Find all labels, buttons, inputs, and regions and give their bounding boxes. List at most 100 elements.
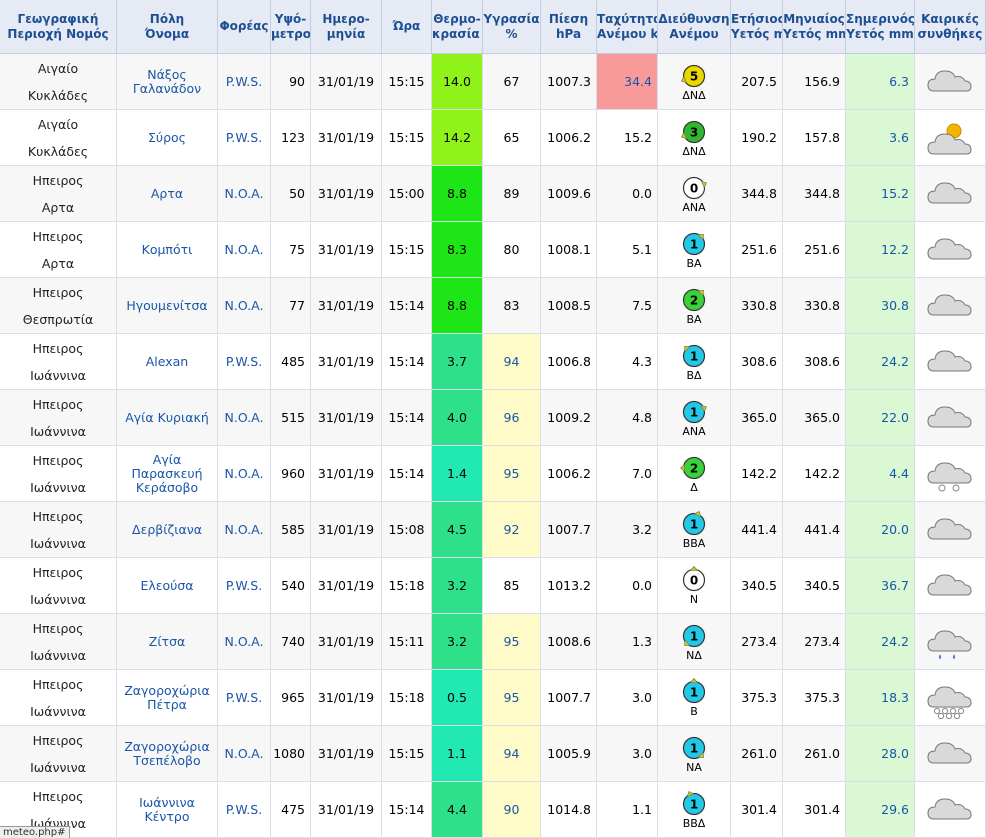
sun-cloud-icon <box>915 118 985 158</box>
beaufort-icon: 1 <box>682 624 706 647</box>
beaufort-icon: 2 <box>682 288 706 311</box>
column-header-pressure[interactable]: Πίεση hPa <box>541 0 597 54</box>
provider-link[interactable]: N.O.A. <box>218 390 271 446</box>
provider-link[interactable]: N.O.A. <box>218 726 271 782</box>
provider-link[interactable]: P.W.S. <box>218 782 271 838</box>
station-link[interactable]: Δερβίζιανα <box>117 502 218 558</box>
station-link[interactable]: Ζαγοροχώρια Πέτρα <box>117 670 218 726</box>
date-value: 31/01/19 <box>311 278 382 334</box>
today-rain-value: 18.3 <box>846 670 915 726</box>
station-link[interactable]: Κομπότι <box>117 222 218 278</box>
provider-link[interactable]: P.W.S. <box>218 54 271 110</box>
column-header-date[interactable]: Ημερο-μηνία <box>311 0 382 54</box>
provider-link[interactable]: N.O.A. <box>218 502 271 558</box>
station-link[interactable]: Ηγουμενίτσα <box>117 278 218 334</box>
column-header-temperature[interactable]: Θερμο-κρασία °C <box>432 0 483 54</box>
column-header-region[interactable]: Γεωγραφική Περιοχή Νομός <box>0 0 117 54</box>
column-header-humidity[interactable]: Υγρασία% <box>483 0 541 54</box>
cloud-icon <box>915 173 985 215</box>
cloud-icon <box>915 789 985 831</box>
humidity-value: 89 <box>483 166 541 222</box>
beaufort-icon: 3 <box>681 120 706 143</box>
region-name: Ηπειρος <box>32 452 84 468</box>
monthly-rain-value: 261.0 <box>783 726 846 782</box>
temperature-value: 1.1 <box>432 726 483 782</box>
column-header-wind-speed[interactable]: ΤαχύτηταΑνέμου km/h <box>597 0 658 54</box>
table-row: Ηπειρος Ιωάννινα Δερβίζιανα N.O.A. 585 31/01/… <box>0 502 986 558</box>
column-header-altitude[interactable]: Υψό-μετρο m <box>271 0 311 54</box>
station-link[interactable]: Αρτα <box>117 166 218 222</box>
time-value: 15:14 <box>382 334 432 390</box>
column-header-city[interactable]: Πόλη Όνομα <box>117 0 218 54</box>
column-header-annual-rain[interactable]: ΕτήσιοςΥετός mm <box>731 0 783 54</box>
region-name: Ηπειρος <box>32 620 84 636</box>
wind-direction-label: ΑΝΑ <box>682 200 706 214</box>
column-header-monthly-rain[interactable]: Μηνιαίος Υετός mm <box>783 0 846 54</box>
provider-link[interactable]: N.O.A. <box>218 278 271 334</box>
provider-link[interactable]: N.O.A. <box>218 614 271 670</box>
station-link[interactable]: Αγία Κυριακή <box>117 390 218 446</box>
column-header-wind-direction[interactable]: Διεύθυνση Ανέμου <box>658 0 731 54</box>
column-header-provider[interactable]: Φορέας <box>218 0 271 54</box>
wind-direction-cell: 3 ΔΝΔ <box>658 110 731 166</box>
provider-link[interactable]: N.O.A. <box>218 166 271 222</box>
table-row: Ηπειρος Ιωάννινα Ιωάννινα Κέντρο P.W.S. 475 3… <box>0 782 986 838</box>
wind-direction-label: B <box>690 704 698 718</box>
altitude-value: 585 <box>271 502 311 558</box>
station-link[interactable]: Ζίτσα <box>117 614 218 670</box>
monthly-rain-value: 441.4 <box>783 502 846 558</box>
today-rain-value: 24.2 <box>846 614 915 670</box>
provider-link[interactable]: P.W.S. <box>218 558 271 614</box>
beaufort-icon: 1 <box>682 790 706 815</box>
humidity-value: 67 <box>483 54 541 110</box>
today-rain-value: 22.0 <box>846 390 915 446</box>
region-name: Ηπειρος <box>32 172 84 188</box>
station-link[interactable]: Ζαγοροχώρια Τσεπέλοβο <box>117 726 218 782</box>
date-value: 31/01/19 <box>311 726 382 782</box>
wind-direction-cell: 1 ΝΔ <box>658 614 731 670</box>
today-rain-value: 24.2 <box>846 334 915 390</box>
station-link[interactable]: Ελεούσα <box>117 558 218 614</box>
altitude-value: 123 <box>271 110 311 166</box>
weather-conditions-cell <box>915 390 986 446</box>
wind-speed-value: 4.3 <box>597 334 658 390</box>
cloud-snow-icon <box>915 453 985 495</box>
column-header-time[interactable]: Ώρα <box>382 0 432 54</box>
pressure-value: 1006.8 <box>541 334 597 390</box>
region-name: Ηπειρος <box>32 284 84 300</box>
station-link[interactable]: Alexan <box>117 334 218 390</box>
station-link[interactable]: Σύρος <box>117 110 218 166</box>
prefecture-name: Αρτα <box>41 255 75 271</box>
provider-link[interactable]: P.W.S. <box>218 670 271 726</box>
temperature-value: 4.4 <box>432 782 483 838</box>
station-link[interactable]: Νάξος Γαλανάδον <box>117 54 218 110</box>
monthly-rain-value: 157.8 <box>783 110 846 166</box>
table-row: Ηπειρος Ιωάννινα Αγία Κυριακή N.O.A. 515 31/0… <box>0 390 986 446</box>
annual-rain-value: 441.4 <box>731 502 783 558</box>
wind-direction-label: ΒΒΑ <box>682 536 706 550</box>
column-header-line1: Διεύθυνση <box>658 11 730 26</box>
wind-direction-cell: 0 ΑΝΑ <box>658 166 731 222</box>
provider-link[interactable]: N.O.A. <box>218 222 271 278</box>
prefecture-name: Ιωάννινα <box>30 591 86 607</box>
station-link[interactable]: Ιωάννινα Κέντρο <box>117 782 218 838</box>
station-link[interactable]: Αγία Παρασκευή Κεράσοβο <box>117 446 218 502</box>
weather-conditions-cell <box>915 614 986 670</box>
provider-link[interactable]: P.W.S. <box>218 110 271 166</box>
pressure-value: 1006.2 <box>541 110 597 166</box>
date-value: 31/01/19 <box>311 614 382 670</box>
temperature-value: 8.3 <box>432 222 483 278</box>
wind-direction-label: ΑΝΑ <box>682 424 706 438</box>
wind-indicator: 1 ΒΒΔ <box>674 790 714 830</box>
provider-link[interactable]: N.O.A. <box>218 446 271 502</box>
wind-speed-value: 7.0 <box>597 446 658 502</box>
column-header-conditions[interactable]: Καιρικές συνθήκες <box>915 0 986 54</box>
beaufort-number: 1 <box>690 405 698 419</box>
pressure-value: 1007.7 <box>541 670 597 726</box>
altitude-value: 77 <box>271 278 311 334</box>
monthly-rain-value: 344.8 <box>783 166 846 222</box>
provider-link[interactable]: P.W.S. <box>218 334 271 390</box>
column-header-line2: % <box>505 26 518 41</box>
column-header-line2: Όνομα <box>144 26 190 41</box>
column-header-today-rain[interactable]: Σημερινός Υετός mm <box>846 0 915 54</box>
